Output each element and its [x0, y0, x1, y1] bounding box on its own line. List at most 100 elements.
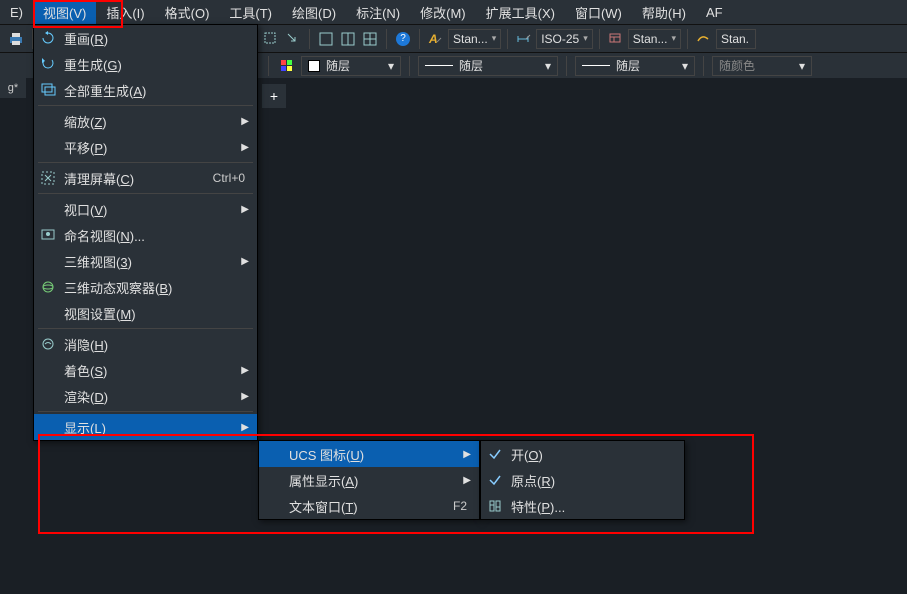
tablestyle-icon[interactable] — [606, 29, 626, 49]
dim-style-combo[interactable]: ISO-25▾ — [536, 29, 593, 49]
menu-item[interactable]: 平移(P)▶ — [34, 134, 257, 160]
display-submenu-dropdown: UCS 图标(U)▶属性显示(A)▶文本窗口(T)F2 — [258, 440, 480, 520]
linetype-value: 随层 — [459, 57, 483, 74]
menu-item[interactable]: 全部重生成(A) — [34, 77, 257, 103]
menu-item[interactable]: 命名视图(N)... — [34, 222, 257, 248]
zoom-window-icon[interactable] — [261, 29, 281, 49]
ml-style-value: Stan. — [721, 32, 749, 46]
menu-item[interactable]: 视图设置(M) — [34, 300, 257, 326]
ml-style-combo[interactable]: Stan. — [716, 29, 756, 49]
viewport2-icon[interactable] — [338, 29, 358, 49]
menu-item-label: 三维动态观察器(B) — [64, 278, 249, 297]
chevron-down-icon: ▾ — [492, 33, 497, 44]
menu-bar: E)视图(V)插入(I)格式(O)工具(T)绘图(D)标注(N)修改(M)扩展工… — [0, 0, 907, 24]
menu-item[interactable]: 特性(P)... — [481, 493, 684, 519]
submenu-arrow-icon: ▶ — [241, 142, 249, 153]
menu-8[interactable]: 扩展工具(X) — [476, 0, 565, 25]
menu-item-label: 视口(V) — [64, 200, 235, 219]
menu-item-label: 文本窗口(T) — [289, 497, 447, 516]
menu-item-label: 重生成(G) — [64, 55, 249, 74]
swatch-tool-icon[interactable] — [277, 56, 297, 76]
menu-item[interactable]: 视口(V) ▶ — [34, 196, 257, 222]
viewport4-icon[interactable] — [360, 29, 380, 49]
chevron-down-icon: ▾ — [388, 59, 394, 73]
submenu-arrow-icon: ▶ — [241, 204, 249, 215]
menu-10[interactable]: 帮助(H) — [632, 0, 696, 25]
plotcolor-value: 随颜色 — [719, 57, 755, 74]
viewport1-icon[interactable] — [316, 29, 336, 49]
menu-separator — [38, 193, 253, 194]
menu-item[interactable]: 三维视图(3) ▶ — [34, 248, 257, 274]
chevron-down-icon: ▾ — [682, 59, 688, 73]
menu-item[interactable]: 开(O) — [481, 441, 684, 467]
menu-separator — [38, 328, 253, 329]
menu-item[interactable]: 显示(L)▶ — [34, 414, 257, 440]
help-icon[interactable]: ? — [393, 29, 413, 49]
menu-item-label: 重画(R) — [64, 29, 249, 48]
blank-icon — [38, 138, 58, 156]
menu-item[interactable]: 缩放(Z) ▶ — [34, 108, 257, 134]
menu-item[interactable]: 原点(R) — [481, 467, 684, 493]
menu-item-label: 特性(P)... — [511, 497, 676, 516]
menu-separator — [38, 105, 253, 106]
blank-icon — [38, 387, 58, 405]
menu-item-label: UCS 图标(U) — [289, 445, 457, 464]
menu-0[interactable]: E) — [0, 2, 33, 23]
menu-item[interactable]: 着色(S)▶ — [34, 357, 257, 383]
menu-item[interactable]: 文本窗口(T)F2 — [259, 493, 479, 519]
menu-9[interactable]: 窗口(W) — [565, 0, 632, 25]
zoom-arrow-icon[interactable] — [283, 29, 303, 49]
dimstyle-icon[interactable] — [514, 29, 534, 49]
file-tab-label: g* — [8, 82, 18, 94]
menu-6[interactable]: 标注(N) — [346, 0, 410, 25]
menu-item[interactable]: 清理屏幕(C)Ctrl+0 — [34, 165, 257, 191]
menu-1[interactable]: 视图(V) — [33, 0, 96, 25]
menu-4[interactable]: 工具(T) — [219, 0, 282, 25]
blank-icon — [38, 361, 58, 379]
linetype-combo[interactable]: 随层▾ — [418, 56, 558, 76]
table-style-combo[interactable]: Stan...▾ — [628, 29, 681, 49]
mlstyle-icon[interactable] — [694, 29, 714, 49]
regen-all-icon — [38, 81, 58, 99]
menu-item-label: 渲染(D) — [64, 387, 235, 406]
menu-item-label: 缩放(Z) — [64, 112, 235, 131]
cleanscreen-icon — [38, 169, 58, 187]
lineweight-value: 随层 — [616, 57, 640, 74]
orbit-icon — [38, 278, 58, 296]
submenu-arrow-icon: ▶ — [241, 116, 249, 127]
svg-text:A: A — [428, 32, 438, 46]
redraw-icon — [38, 29, 58, 47]
plotcolor-combo[interactable]: 随颜色▾ — [712, 56, 812, 76]
menu-item[interactable]: 重生成(G) — [34, 51, 257, 77]
menu-item[interactable]: 重画(R) — [34, 25, 257, 51]
menu-item[interactable]: UCS 图标(U)▶ — [259, 441, 479, 467]
lineweight-combo[interactable]: 随层 ▾ — [575, 56, 695, 76]
menu-item[interactable]: 属性显示(A)▶ — [259, 467, 479, 493]
blank-icon — [38, 200, 58, 218]
menu-item-label: 原点(R) — [511, 471, 676, 490]
menu-item[interactable]: 渲染(D)▶ — [34, 383, 257, 409]
named-view-icon — [38, 226, 58, 244]
hide-icon — [38, 335, 58, 353]
menu-item[interactable]: 消隐(H) — [34, 331, 257, 357]
dim-style-value: ISO-25 — [541, 32, 579, 46]
props-icon — [485, 497, 505, 515]
menu-item[interactable]: 三维动态观察器(B) — [34, 274, 257, 300]
print-icon[interactable] — [6, 29, 26, 49]
file-tab[interactable]: g* — [0, 78, 26, 98]
menu-separator — [38, 162, 253, 163]
new-tab-button[interactable]: + — [262, 84, 286, 108]
textstyle-icon[interactable]: A — [426, 29, 446, 49]
menu-7[interactable]: 修改(M) — [410, 0, 476, 25]
menu-3[interactable]: 格式(O) — [155, 0, 220, 25]
text-style-combo[interactable]: Stan...▾ — [448, 29, 501, 49]
menu-item-label: 命名视图(N)... — [64, 226, 249, 245]
menu-item-label: 开(O) — [511, 445, 676, 464]
color-combo[interactable]: 随层▾ — [301, 56, 401, 76]
blank-icon — [38, 252, 58, 270]
menu-2[interactable]: 插入(I) — [96, 0, 154, 25]
menu-11[interactable]: AF — [696, 2, 733, 23]
menu-item-label: 三维视图(3) — [64, 252, 235, 271]
menu-5[interactable]: 绘图(D) — [282, 0, 346, 25]
submenu-arrow-icon: ▶ — [241, 256, 249, 267]
